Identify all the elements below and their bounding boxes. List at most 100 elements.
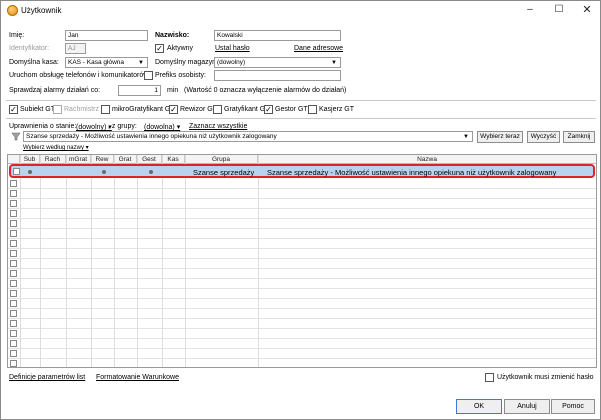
wybierz-teraz-button[interactable]: Wybierz teraz <box>477 131 523 143</box>
role-checkbox-gratyfikant[interactable] <box>213 105 222 114</box>
stan-label: Uprawnienia o stanie: <box>9 123 77 130</box>
definicje-link[interactable]: Definicje parametrów list <box>9 374 85 381</box>
alarmy-field[interactable]: 1 <box>118 85 161 96</box>
column-divider <box>91 155 92 367</box>
minimize-button[interactable]: – <box>516 1 544 21</box>
column-header-rach[interactable]: Rach <box>40 155 66 164</box>
column-header-nazwa[interactable]: Nazwa <box>258 155 596 164</box>
row-checkbox[interactable] <box>10 270 17 277</box>
permissions-table[interactable]: Sub Rach mGrat Rew Grat Gest Kas Grupa N… <box>7 154 597 368</box>
table-row[interactable] <box>8 309 596 319</box>
table-row[interactable] <box>8 259 596 269</box>
row-checkbox[interactable] <box>10 320 17 327</box>
role-checkbox-subiekt[interactable]: ✓ <box>9 105 18 114</box>
table-row[interactable] <box>8 269 596 279</box>
column-header-sub[interactable]: Sub <box>20 155 40 164</box>
table-row[interactable] <box>8 319 596 329</box>
table-row[interactable] <box>8 209 596 219</box>
row-checkbox[interactable] <box>10 360 17 367</box>
row-checkbox[interactable] <box>10 240 17 247</box>
column-divider <box>66 155 67 367</box>
table-row[interactable] <box>8 349 596 359</box>
musi-zmienic-checkbox[interactable] <box>485 373 494 382</box>
prefiks-label: Prefiks osobisty: <box>155 72 206 79</box>
title-bar: Użytkownik – ☐ ✕ <box>1 1 600 21</box>
row-checkbox[interactable] <box>10 350 17 357</box>
window-title: Użytkownik <box>21 6 62 15</box>
magazyn-select[interactable]: (dowolny) ▼ <box>214 57 341 68</box>
role-label: Gestor GT <box>275 106 308 113</box>
kasa-select[interactable]: KAS - Kasa główna ▼ <box>65 57 148 68</box>
wyczysc-button[interactable]: Wyczyść <box>527 131 560 143</box>
ustal-haslo-link[interactable]: Ustal hasło <box>215 45 250 52</box>
table-row[interactable] <box>8 289 596 299</box>
stan-dropdown[interactable]: (dowolny) ▾ <box>76 123 112 131</box>
column-header-grat[interactable]: Grat <box>114 155 137 164</box>
nazwisko-field[interactable]: Kowalski <box>214 30 341 41</box>
anuluj-button[interactable]: Anuluj <box>504 399 550 414</box>
zaznacz-wszystkie-link[interactable]: Zaznacz wszystkie <box>189 123 247 130</box>
grupa-dropdown[interactable]: (dowolna) ▾ <box>144 123 180 131</box>
column-divider <box>20 155 21 367</box>
row-grupa: Szanse sprzedaży <box>193 168 255 177</box>
row-checkbox[interactable] <box>10 310 17 317</box>
row-checkbox[interactable] <box>10 210 17 217</box>
uruchom-checkbox[interactable] <box>144 71 153 80</box>
row-checkbox[interactable] <box>10 340 17 347</box>
row-checkbox[interactable] <box>10 190 17 197</box>
table-row[interactable] <box>8 359 596 367</box>
table-row[interactable] <box>8 199 596 209</box>
column-header-gest[interactable]: Gest <box>137 155 162 164</box>
close-button[interactable]: ✕ <box>573 1 601 21</box>
column-divider <box>114 155 115 367</box>
prefiks-field[interactable] <box>214 70 341 81</box>
column-divider <box>40 155 41 367</box>
table-row[interactable] <box>8 189 596 199</box>
ok-button[interactable]: OK <box>456 399 502 414</box>
table-row-selected[interactable]: Szanse sprzedaży Szanse sprzedaży - Możl… <box>9 164 595 178</box>
role-checkbox-kasjerz[interactable] <box>308 105 317 114</box>
row-checkbox[interactable] <box>10 250 17 257</box>
row-checkbox[interactable] <box>10 290 17 297</box>
alarmy-label: Sprawdzaj alarmy działań co: <box>9 87 101 94</box>
row-checkbox[interactable] <box>13 168 20 175</box>
table-row[interactable] <box>8 329 596 339</box>
musi-zmienic-label: Użytkownik musi zmienić hasło <box>497 374 594 381</box>
row-checkbox[interactable] <box>10 330 17 337</box>
role-checkbox-rewizor[interactable]: ✓ <box>169 105 178 114</box>
zamknij-button[interactable]: Zamknij <box>563 131 595 143</box>
maximize-button[interactable]: ☐ <box>545 1 573 21</box>
role-checkbox-mikrogratyfikant[interactable] <box>101 105 110 114</box>
table-row[interactable] <box>8 339 596 349</box>
column-divider <box>185 155 186 367</box>
role-checkbox-gestor[interactable]: ✓ <box>264 105 273 114</box>
pomoc-button[interactable]: Pomoc <box>551 399 595 414</box>
table-row[interactable] <box>8 179 596 189</box>
row-checkbox[interactable] <box>10 260 17 267</box>
table-row[interactable] <box>8 299 596 309</box>
table-row[interactable] <box>8 249 596 259</box>
permission-dot-rew <box>102 170 106 174</box>
table-row[interactable] <box>8 229 596 239</box>
chevron-down-icon: ▼ <box>331 60 337 66</box>
column-header-kas[interactable]: Kas <box>162 155 185 164</box>
table-row[interactable] <box>8 279 596 289</box>
search-select[interactable]: Szanse sprzedaży - Możliwość ustawienia … <box>23 131 473 142</box>
row-checkbox[interactable] <box>10 280 17 287</box>
formatowanie-link[interactable]: Formatowanie Warunkowe <box>96 374 179 381</box>
imie-field[interactable]: Jan <box>65 30 148 41</box>
dane-adresowe-link[interactable]: Dane adresowe <box>294 45 343 52</box>
table-row[interactable] <box>8 219 596 229</box>
wybierz-wedlug-dropdown[interactable]: Wybierz według nazwy ▾ <box>23 144 89 151</box>
row-checkbox[interactable] <box>10 220 17 227</box>
row-checkbox[interactable] <box>10 300 17 307</box>
search-filter-icon <box>11 132 21 141</box>
table-row[interactable] <box>8 239 596 249</box>
row-checkbox[interactable] <box>10 200 17 207</box>
column-header-rew[interactable]: Rew <box>91 155 114 164</box>
column-header-grupa[interactable]: Grupa <box>185 155 258 164</box>
row-checkbox[interactable] <box>10 230 17 237</box>
row-checkbox[interactable] <box>10 180 17 187</box>
column-header-mgrat[interactable]: mGrat <box>66 155 91 164</box>
aktywny-checkbox[interactable]: ✓ <box>155 44 164 53</box>
